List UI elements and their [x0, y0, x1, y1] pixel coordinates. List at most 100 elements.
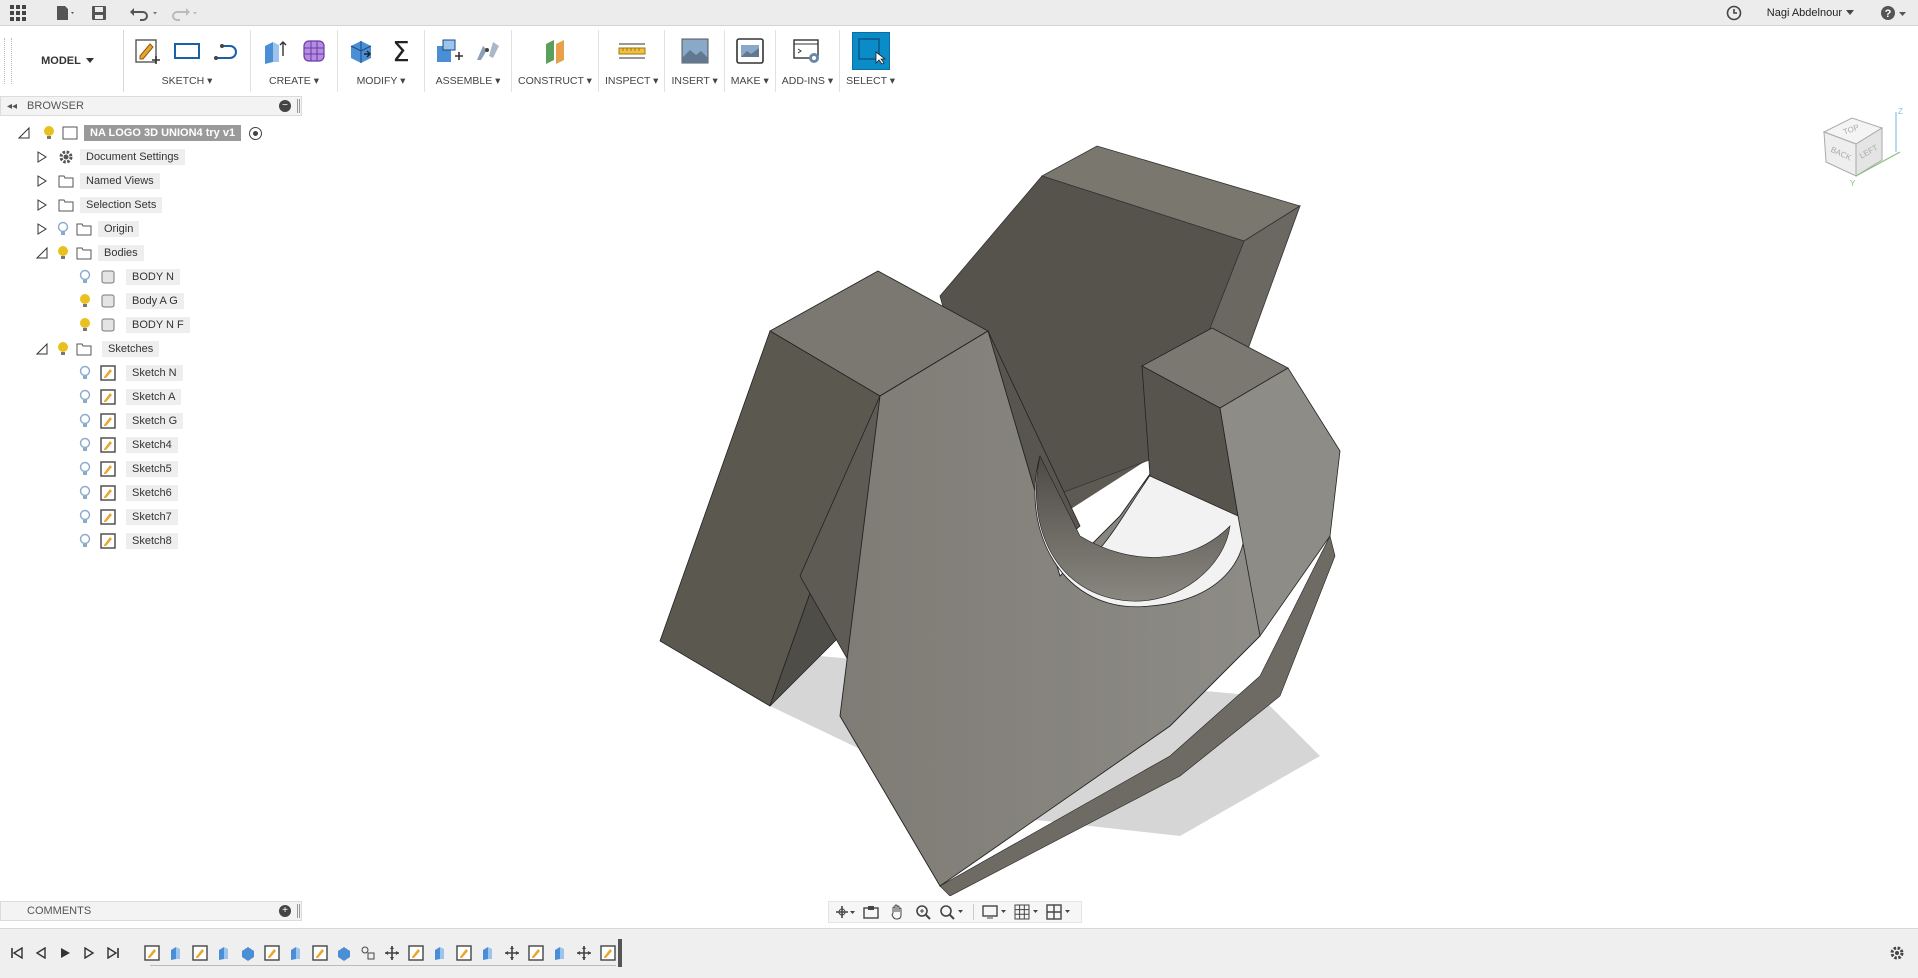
panel-pin-icon[interactable] — [297, 904, 300, 918]
timeline-extrude-icon[interactable] — [214, 944, 234, 962]
timeline-sketch-icon[interactable] — [190, 944, 210, 962]
modify-menu[interactable]: MODIFY — [357, 75, 398, 87]
visibility-bulb-off-icon[interactable] — [78, 533, 92, 549]
na-logo-3d-model[interactable] — [300, 96, 1918, 897]
visibility-bulb-icon[interactable] — [78, 317, 92, 333]
tree-item-document-settings[interactable]: Document Settings — [36, 146, 185, 168]
timeline-move-icon[interactable] — [382, 944, 402, 962]
timeline-sketch-icon[interactable] — [406, 944, 426, 962]
insert-menu[interactable]: INSERT — [671, 75, 709, 87]
visibility-bulb-off-icon[interactable] — [78, 365, 92, 381]
workspace-switcher[interactable]: MODEL — [12, 30, 124, 92]
collapsed-triangle-icon[interactable] — [36, 199, 48, 211]
form-icon[interactable] — [297, 34, 331, 68]
extrude-icon[interactable] — [257, 34, 291, 68]
expand-triangle-icon[interactable] — [36, 247, 48, 259]
tree-item-sketch6[interactable]: Sketch6 — [78, 482, 178, 504]
go-to-start-icon[interactable] — [8, 944, 26, 962]
scripts-addins-icon[interactable] — [790, 34, 824, 68]
timeline-extrude-icon[interactable] — [550, 944, 570, 962]
tree-item-sketch4[interactable]: Sketch4 — [78, 434, 178, 456]
timeline-sketch-icon[interactable] — [310, 944, 330, 962]
make-menu[interactable]: MAKE — [731, 75, 761, 87]
visibility-bulb-icon[interactable] — [56, 341, 70, 357]
assemble-menu[interactable]: ASSEMBLE — [436, 75, 493, 87]
new-component-icon[interactable] — [431, 34, 465, 68]
tree-item-selection-sets[interactable]: Selection Sets — [36, 194, 163, 216]
root-component-name[interactable]: NA LOGO 3D UNION4 try v1 — [84, 125, 242, 141]
chevron-down-icon[interactable] — [1846, 10, 1854, 16]
tree-item-body-n[interactable]: BODY N — [78, 266, 180, 288]
visibility-bulb-icon[interactable] — [42, 125, 56, 141]
construct-menu[interactable]: CONSTRUCT — [518, 75, 584, 87]
press-pull-icon[interactable] — [344, 34, 378, 68]
print-3d-icon[interactable] — [733, 34, 767, 68]
line-icon[interactable] — [210, 34, 244, 68]
collapse-browser-icon[interactable]: ◂◂ — [7, 101, 17, 112]
go-to-end-icon[interactable] — [104, 944, 122, 962]
create-menu[interactable]: CREATE — [269, 75, 311, 87]
timeline-move-icon[interactable] — [574, 944, 594, 962]
visibility-bulb-icon[interactable] — [56, 245, 70, 261]
offset-plane-icon[interactable] — [538, 34, 572, 68]
visibility-bulb-off-icon[interactable] — [78, 269, 92, 285]
visibility-bulb-off-icon[interactable] — [78, 461, 92, 477]
orbit-icon[interactable] — [833, 902, 857, 922]
play-icon[interactable] — [56, 944, 74, 962]
tree-item-named-views[interactable]: Named Views — [36, 170, 160, 192]
timeline-sketch-icon[interactable] — [526, 944, 546, 962]
tree-item-sketch-g[interactable]: Sketch G — [78, 410, 184, 432]
timeline-marker[interactable] — [618, 939, 622, 967]
timeline-settings-gear-icon[interactable] — [1888, 944, 1906, 962]
tree-item-sketch8[interactable]: Sketch8 — [78, 530, 178, 552]
inspect-menu[interactable]: INSPECT — [605, 75, 650, 87]
timeline-component-icon[interactable] — [358, 944, 378, 962]
grid-snap-icon[interactable] — [1012, 902, 1042, 922]
timeline-sketch-icon[interactable] — [598, 944, 618, 962]
visibility-bulb-off-icon[interactable] — [78, 437, 92, 453]
save-icon[interactable] — [84, 0, 114, 26]
timeline-extrude-icon[interactable] — [286, 944, 306, 962]
step-back-icon[interactable] — [32, 944, 50, 962]
viewcube[interactable]: TOP BACK LEFT Z Y — [1810, 107, 1910, 188]
collapsed-triangle-icon[interactable] — [36, 223, 48, 235]
tree-item-bodies[interactable]: Bodies — [36, 242, 144, 264]
timeline-combine-icon[interactable] — [238, 944, 258, 962]
visibility-bulb-off-icon[interactable] — [78, 509, 92, 525]
create-sketch-icon[interactable] — [130, 34, 164, 68]
tree-item-sketches[interactable]: Sketches — [36, 338, 160, 360]
timeline-sketch-icon[interactable] — [454, 944, 474, 962]
select-menu[interactable]: SELECT — [846, 75, 887, 87]
sigma-parameters-icon[interactable]: Σ — [384, 34, 418, 68]
select-tool-icon[interactable] — [851, 32, 890, 70]
insert-image-icon[interactable] — [678, 34, 712, 68]
tree-item-origin[interactable]: Origin — [36, 218, 140, 240]
file-menu-icon[interactable] — [48, 0, 84, 26]
visibility-bulb-off-icon[interactable] — [56, 221, 70, 237]
clock-icon[interactable] — [1721, 0, 1747, 26]
browser-options-icon[interactable]: − — [279, 100, 291, 112]
addins-menu[interactable]: ADD-INS — [782, 75, 825, 87]
tree-root[interactable]: NA LOGO 3D UNION4 try v1 — [18, 122, 263, 144]
redo-icon[interactable] — [164, 0, 204, 26]
timeline-extrude-icon[interactable] — [478, 944, 498, 962]
visibility-bulb-off-icon[interactable] — [78, 389, 92, 405]
help-icon[interactable]: ? — [1876, 0, 1912, 26]
measure-icon[interactable] — [615, 34, 649, 68]
tree-item-sketch-n[interactable]: Sketch N — [78, 362, 183, 384]
tree-item-sketch7[interactable]: Sketch7 — [78, 506, 178, 528]
sketch-menu[interactable]: SKETCH — [162, 75, 205, 87]
visibility-bulb-icon[interactable] — [78, 293, 92, 309]
tree-item-body-ag[interactable]: Body A G — [78, 290, 184, 312]
tree-item-sketch-a[interactable]: Sketch A — [78, 386, 182, 408]
tree-item-sketch5[interactable]: Sketch5 — [78, 458, 178, 480]
tree-item-body-nf[interactable]: BODY N F — [78, 314, 190, 336]
pan-hand-icon[interactable] — [885, 902, 909, 922]
activate-radio-icon[interactable] — [249, 126, 263, 140]
apps-grid-icon[interactable] — [0, 0, 36, 26]
user-name[interactable]: Nagi Abdelnour — [1767, 7, 1842, 19]
collapsed-triangle-icon[interactable] — [36, 175, 48, 187]
expand-triangle-icon[interactable] — [18, 127, 30, 139]
joint-icon[interactable] — [471, 34, 505, 68]
add-comment-icon[interactable]: + — [279, 905, 291, 917]
